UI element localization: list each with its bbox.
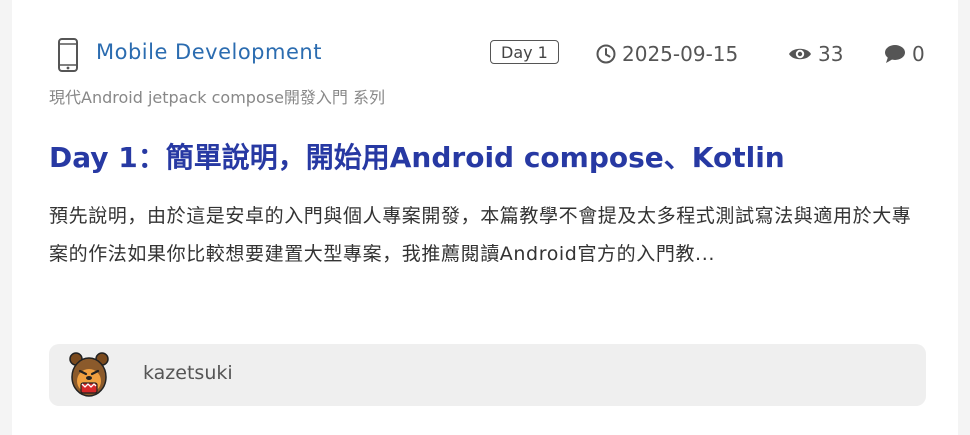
views-text: 33 bbox=[818, 42, 844, 66]
avatar[interactable] bbox=[69, 351, 109, 399]
series-label[interactable]: 現代Android jetpack compose開發入門 系列 bbox=[49, 84, 385, 108]
clock-icon bbox=[596, 44, 616, 64]
author-name[interactable]: kazetsuki bbox=[143, 362, 233, 384]
article-header: Mobile Development Day 1 2025-09-15 33 0 bbox=[56, 36, 926, 72]
view-count: 33 bbox=[788, 40, 843, 68]
comments-text: 0 bbox=[912, 42, 925, 66]
post-title[interactable]: Day 1：簡單說明，開始用Android compose、Kotlin bbox=[49, 136, 785, 176]
post-date: 2025-09-15 bbox=[596, 40, 738, 68]
article-card: Mobile Development Day 1 2025-09-15 33 0 bbox=[12, 0, 958, 435]
mobile-phone-icon bbox=[58, 38, 78, 72]
author-bar[interactable]: kazetsuki bbox=[49, 344, 926, 406]
comment-icon bbox=[885, 45, 905, 63]
post-excerpt: 預先說明，由於這是安卓的入門與個人專案開發，本篇教學不會提及太多程式測試寫法與適… bbox=[49, 205, 912, 265]
day-badge[interactable]: Day 1 bbox=[490, 40, 559, 64]
date-text: 2025-09-15 bbox=[622, 42, 739, 66]
eye-icon bbox=[789, 48, 811, 60]
category-link[interactable]: Mobile Development bbox=[96, 40, 322, 64]
comment-count: 0 bbox=[884, 40, 925, 68]
